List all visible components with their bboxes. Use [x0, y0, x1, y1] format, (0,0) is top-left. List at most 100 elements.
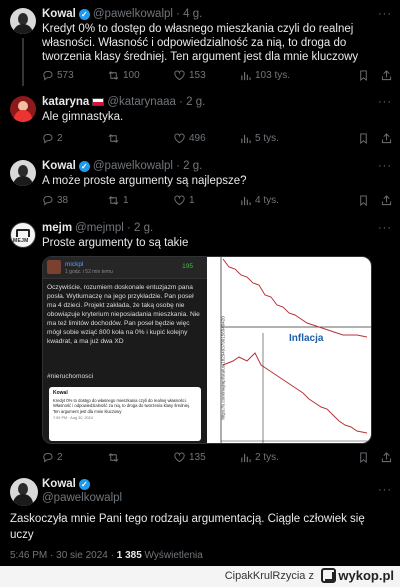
watermark-separator: z — [308, 570, 315, 582]
wykop-logo-icon — [321, 568, 337, 583]
bookmark-icon[interactable] — [358, 132, 369, 144]
watermark-bar: CipakKrulRzycia z wykop.pl — [0, 566, 400, 587]
views-count: 1 385 — [116, 550, 142, 561]
thread-line — [22, 38, 24, 86]
like-icon — [174, 195, 185, 205]
comment-time: 1 godz. i 52 min temu — [65, 269, 113, 275]
share-icon[interactable] — [381, 451, 392, 463]
like-button[interactable]: 135 — [174, 452, 240, 463]
like-icon — [174, 133, 185, 143]
tweet-3[interactable]: Kowal ✓ @pawelkowalpl · 2 g. ··· A może … — [0, 152, 400, 216]
avatar[interactable]: MEJM — [10, 222, 36, 248]
like-button[interactable]: 153 — [174, 70, 240, 81]
avatar[interactable] — [10, 160, 36, 186]
like-count: 496 — [189, 132, 206, 144]
share-icon[interactable] — [381, 132, 392, 144]
like-count: 1 — [189, 194, 195, 206]
views-icon — [241, 453, 251, 462]
tweet-text: Zaskoczyła mnie Pani tego rodzaju argume… — [10, 513, 365, 541]
avatar[interactable] — [10, 96, 36, 122]
avatar[interactable] — [10, 8, 36, 34]
reply-icon — [43, 195, 53, 206]
share-icon[interactable] — [381, 194, 392, 206]
repost-button[interactable] — [108, 452, 174, 463]
tweet-meta: 5:46 PM · 30 sie 2024 · 1 385 Wyświetlen… — [10, 550, 203, 561]
inflation-chart — [220, 257, 371, 443]
reply-button[interactable]: 2 — [42, 452, 108, 463]
views-count: 103 tys. — [255, 69, 291, 81]
like-button[interactable]: 496 — [174, 133, 240, 144]
views-button[interactable]: 5 tys. — [240, 133, 306, 144]
author-name[interactable]: mejm — [42, 222, 72, 234]
reply-count: 2 — [57, 132, 63, 144]
tweet-media[interactable]: mickpl 1 godz. i 52 min temu 195 Oczywiś… — [42, 256, 372, 444]
reply-icon — [43, 452, 53, 463]
tweet-text: Ale gimnastyka. — [42, 111, 124, 123]
reply-button[interactable]: 2 — [42, 133, 108, 144]
more-icon[interactable]: ··· — [378, 222, 392, 234]
author-name[interactable]: Kowal — [42, 160, 76, 172]
inflation-chart-image[interactable]: Inflacja https://x.com/mejmpl/status/182… — [207, 257, 371, 443]
tweet-text: Kredyt 0% to dostęp do własnego mieszkan… — [42, 23, 359, 63]
like-button[interactable]: 1 — [174, 195, 240, 206]
verified-icon: ✓ — [78, 8, 90, 20]
comment-score: 195 — [182, 263, 193, 270]
like-count: 153 — [189, 69, 206, 81]
embedded-text: Kredyt 0% to dostęp do własnego mieszkan… — [53, 398, 191, 414]
repost-icon — [108, 70, 119, 80]
bookmark-icon[interactable] — [358, 69, 369, 81]
avatar[interactable] — [10, 478, 38, 506]
views-count: 5 tys. — [255, 132, 279, 144]
like-count: 135 — [189, 451, 206, 463]
author-name[interactable]: kataryna — [42, 96, 89, 108]
author-handle[interactable]: @pawelkowalpl — [42, 492, 122, 504]
repost-button[interactable] — [108, 133, 174, 144]
views-count: 2 tys. — [255, 451, 279, 463]
more-icon[interactable]: ··· — [378, 160, 392, 172]
reply-count: 2 — [57, 451, 63, 463]
reply-icon — [43, 70, 53, 81]
author-handle[interactable]: @pawelkowalpl · 2 g. — [93, 160, 202, 172]
verified-icon: ✓ — [78, 160, 90, 172]
repost-icon — [108, 133, 119, 143]
views-icon — [241, 71, 251, 80]
watermark-author: CipakKrulRzycia z — [225, 570, 314, 582]
repost-button[interactable]: 100 — [108, 70, 174, 81]
repost-count: 1 — [123, 194, 129, 206]
wykop-logo: wykop.pl — [321, 568, 394, 583]
share-icon[interactable] — [381, 69, 392, 81]
author-name[interactable]: Kowal — [42, 478, 76, 490]
verified-icon: ✓ — [78, 478, 90, 490]
author-handle[interactable]: @mejmpl · 2 g. — [75, 222, 153, 234]
reply-button[interactable]: 38 — [42, 195, 108, 206]
commenter-name: mickpl — [65, 261, 84, 268]
embedded-tweet: Kowal Kredyt 0% to dostęp do własnego mi… — [49, 387, 201, 441]
tweet-text: A może proste argumenty są najlepsze? — [42, 175, 247, 187]
views-button[interactable]: 4 tys. — [240, 195, 306, 206]
more-icon[interactable]: ··· — [378, 96, 392, 108]
poland-flag-icon — [92, 98, 105, 106]
more-icon[interactable]: ··· — [378, 484, 392, 496]
comment-text: Oczywiście, rozumiem doskonale entuzjazm… — [47, 284, 200, 345]
tweet-1[interactable]: Kowal ✓ @pawelkowalpl · 4 g. ··· Kredyt … — [0, 0, 400, 88]
reply-button[interactable]: 573 — [42, 70, 108, 81]
upper-chart-line — [222, 258, 368, 338]
wykop-screenshot[interactable]: mickpl 1 godz. i 52 min temu 195 Oczywiś… — [43, 257, 207, 443]
repost-button[interactable]: 1 — [108, 195, 174, 206]
tweet-2[interactable]: kataryna @katarynaaa · 2 g. ··· Ale gimn… — [0, 88, 400, 152]
author-handle[interactable]: @katarynaaa · 2 g. — [107, 96, 205, 108]
bookmark-icon[interactable] — [358, 451, 369, 463]
author-handle[interactable]: @pawelkowalpl · 4 g. — [93, 8, 202, 20]
author-name[interactable]: Kowal — [42, 8, 76, 20]
more-icon[interactable]: ··· — [378, 8, 392, 20]
chart-label: Inflacja — [289, 333, 324, 344]
views-button[interactable]: 103 tys. — [240, 70, 306, 81]
like-icon — [174, 452, 185, 462]
views-icon — [241, 196, 251, 205]
reply-icon — [43, 133, 53, 144]
embedded-author: Kowal — [53, 390, 68, 396]
bookmark-icon[interactable] — [358, 194, 369, 206]
tweet-timestamp[interactable]: 5:46 PM · 30 sie 2024 · — [10, 550, 117, 561]
views-button[interactable]: 2 tys. — [240, 452, 306, 463]
lower-chart-line — [222, 352, 368, 434]
